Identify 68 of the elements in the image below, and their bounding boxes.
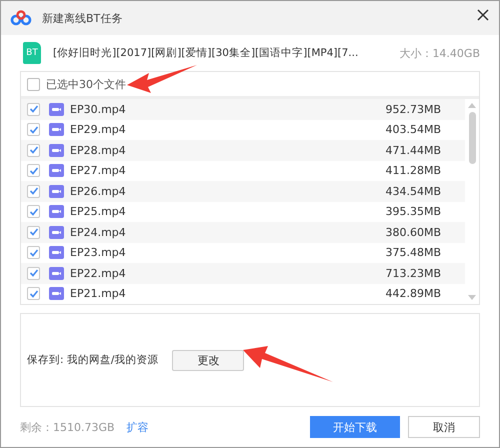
file-name: EP22.mp4	[70, 266, 126, 280]
remaining-space: 剩余：1510.73GB	[20, 420, 115, 434]
torrent-name: [你好旧时光][2017][网剧][爱情][30集全][国语中字][MP4][7...	[53, 46, 358, 60]
file-size: 380.60MB	[385, 226, 441, 239]
save-path-label: 保存到: 我的网盘/我的资源	[27, 353, 158, 367]
video-file-icon	[49, 102, 64, 116]
file-checkbox[interactable]	[27, 205, 40, 218]
file-checkbox[interactable]	[27, 226, 40, 239]
file-row[interactable]: EP28.mp4 471.44MB	[21, 140, 465, 160]
close-icon[interactable]	[475, 7, 491, 23]
file-row[interactable]: EP22.mp4 713.23MB	[21, 263, 465, 284]
change-button[interactable]: 更改	[172, 350, 244, 370]
file-row[interactable]: EP25.mp4 395.35MB	[21, 202, 465, 222]
file-size: 403.54MB	[385, 123, 441, 136]
file-row[interactable]: EP27.mp4 411.28MB	[21, 160, 465, 181]
file-name: EP27.mp4	[70, 164, 126, 178]
video-file-icon	[49, 144, 64, 157]
file-row[interactable]: EP24.mp4 380.60MB	[21, 222, 465, 242]
file-checkbox[interactable]	[27, 246, 40, 260]
file-row[interactable]: EP29.mp4 403.54MB	[21, 120, 465, 140]
scroll-up-icon[interactable]	[468, 103, 476, 108]
torrent-size: 大小：14.40GB	[399, 46, 480, 60]
file-name: EP29.mp4	[70, 123, 126, 136]
video-file-icon	[49, 246, 64, 260]
file-row[interactable]: EP30.mp4 952.73MB	[21, 99, 465, 120]
file-name: EP30.mp4	[70, 102, 126, 116]
scroll-down-icon[interactable]	[468, 295, 476, 300]
video-file-icon	[49, 266, 64, 280]
file-checkbox[interactable]	[27, 266, 40, 280]
annotation-arrow	[127, 63, 197, 93]
file-size: 471.44MB	[385, 144, 441, 157]
file-checkbox[interactable]	[27, 287, 40, 300]
file-checkbox[interactable]	[27, 164, 40, 178]
selected-count-label: 已选中30个文件	[46, 76, 126, 92]
file-name: EP28.mp4	[70, 144, 126, 157]
video-file-icon	[49, 164, 64, 178]
video-file-icon	[49, 123, 64, 136]
file-row[interactable]: EP21.mp4 442.89MB	[21, 284, 465, 304]
file-size: 411.28MB	[385, 164, 441, 178]
video-file-icon	[49, 287, 64, 300]
scrollbar-thumb[interactable]	[468, 112, 476, 164]
file-size: 713.23MB	[385, 266, 441, 280]
file-name: EP23.mp4	[70, 246, 126, 260]
file-checkbox[interactable]	[27, 184, 40, 198]
file-name: EP24.mp4	[70, 226, 126, 239]
cancel-button[interactable]: 取消	[408, 416, 480, 438]
torrent-file-icon: BT	[23, 42, 41, 64]
video-file-icon	[49, 226, 64, 239]
video-file-icon	[49, 184, 64, 198]
file-checkbox[interactable]	[27, 123, 40, 136]
cloud-logo-icon	[10, 10, 32, 26]
file-name: EP25.mp4	[70, 205, 126, 218]
window-title: 新建离线BT任务	[42, 10, 122, 26]
select-all-checkbox[interactable]	[27, 78, 40, 90]
video-file-icon	[49, 205, 64, 218]
file-size: 952.73MB	[385, 102, 441, 116]
file-checkbox[interactable]	[27, 102, 40, 116]
file-checkbox[interactable]	[27, 144, 40, 157]
start-download-button[interactable]: 开始下载	[310, 416, 400, 438]
file-name: EP26.mp4	[70, 184, 126, 198]
file-size: 395.35MB	[385, 205, 441, 218]
file-size: 434.54MB	[385, 184, 441, 198]
file-size: 375.48MB	[385, 246, 441, 260]
file-size: 442.89MB	[385, 287, 441, 300]
expand-link[interactable]: 扩容	[126, 420, 149, 434]
file-row[interactable]: EP23.mp4 375.48MB	[21, 242, 465, 263]
file-name: EP21.mp4	[70, 287, 126, 300]
file-row[interactable]: EP26.mp4 434.54MB	[21, 181, 465, 202]
